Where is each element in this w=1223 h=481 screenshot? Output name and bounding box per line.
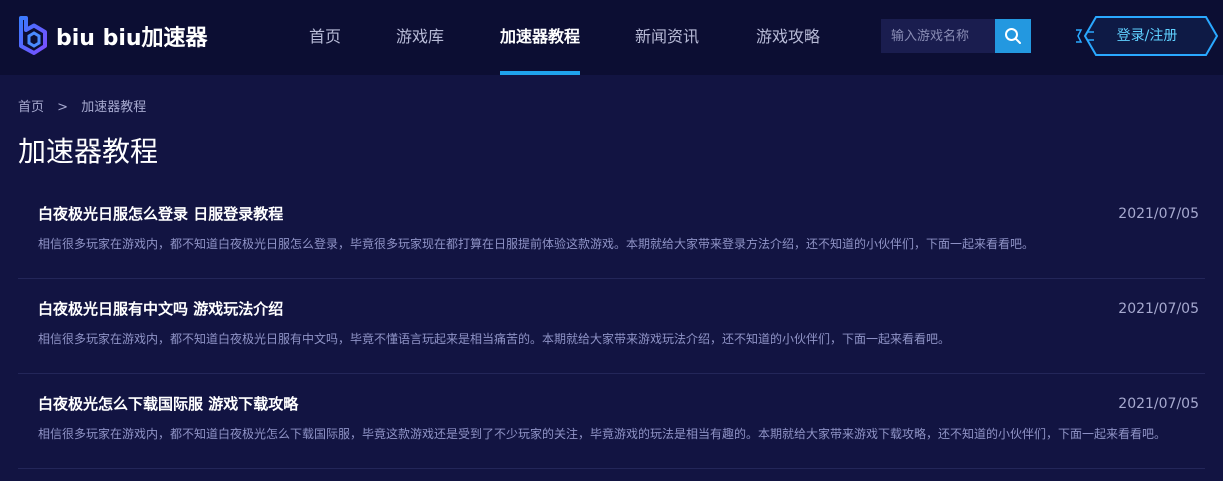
nav-item-game-library[interactable]: 游戏库	[396, 0, 444, 75]
breadcrumb-separator: >	[57, 100, 69, 115]
nav-item-guides[interactable]: 游戏攻略	[756, 0, 820, 75]
article-date: 2021/07/05	[1118, 396, 1199, 412]
breadcrumb: 首页 > 加速器教程	[18, 96, 155, 115]
article-summary: 相信很多玩家在游戏内，都不知道白夜极光日服有中文吗，毕竟不懂语言玩起来是相当痛苦…	[38, 332, 951, 346]
article-list: 白夜极光日服怎么登录 日服登录教程 2021/07/05 相信很多玩家在游戏内，…	[18, 184, 1205, 469]
top-header: biu biu加速器 首页 游戏库 加速器教程 新闻资讯 游戏攻略 登录/注册	[0, 0, 1223, 75]
search-input[interactable]	[881, 19, 996, 53]
nav-item-home[interactable]: 首页	[309, 0, 341, 75]
breadcrumb-current: 加速器教程	[81, 100, 147, 115]
article-summary: 相信很多玩家在游戏内，都不知道白夜极光怎么下载国际服，毕竟这款游戏还是受到了不少…	[38, 427, 1167, 441]
login-register-label: 登录/注册	[1116, 28, 1178, 44]
page-title: 加速器教程	[18, 135, 159, 168]
article-date: 2021/07/05	[1118, 206, 1199, 222]
search-button[interactable]	[995, 19, 1031, 53]
article-item[interactable]: 白夜极光日服有中文吗 游戏玩法介绍 2021/07/05 相信很多玩家在游戏内，…	[18, 279, 1205, 374]
search-icon	[1005, 28, 1021, 44]
login-register-button[interactable]: 登录/注册	[1074, 14, 1220, 58]
breadcrumb-home-link[interactable]: 首页	[18, 100, 44, 115]
article-item[interactable]: 白夜极光怎么下载国际服 游戏下载攻略 2021/07/05 相信很多玩家在游戏内…	[18, 374, 1205, 469]
biubiu-logo-icon	[19, 16, 47, 55]
nav-item-news[interactable]: 新闻资讯	[635, 0, 699, 75]
brand-name: biu biu加速器	[56, 26, 208, 51]
article-title[interactable]: 白夜极光日服有中文吗 游戏玩法介绍	[38, 298, 1185, 320]
article-date: 2021/07/05	[1118, 301, 1199, 317]
article-summary: 相信很多玩家在游戏内，都不知道白夜极光日服怎么登录，毕竟很多玩家现在都打算在日服…	[38, 237, 1035, 251]
brand-logo[interactable]: biu biu加速器	[18, 15, 208, 57]
article-title[interactable]: 白夜极光怎么下载国际服 游戏下载攻略	[38, 393, 1185, 415]
article-item[interactable]: 白夜极光日服怎么登录 日服登录教程 2021/07/05 相信很多玩家在游戏内，…	[18, 184, 1205, 279]
nav-item-tutorials[interactable]: 加速器教程	[500, 0, 581, 75]
article-title[interactable]: 白夜极光日服怎么登录 日服登录教程	[38, 203, 1185, 225]
